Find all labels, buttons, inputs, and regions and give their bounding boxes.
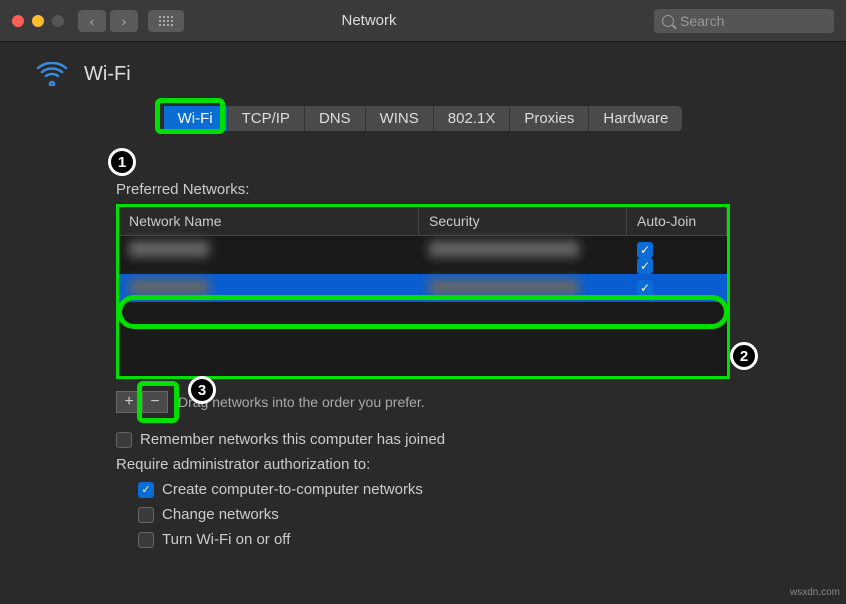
- cell-name: [119, 241, 419, 260]
- autojoin-checkbox[interactable]: ✓: [637, 242, 653, 258]
- search-input[interactable]: Search: [654, 9, 834, 33]
- table-row[interactable]: ✓: [119, 264, 727, 274]
- auth-checkbox[interactable]: [138, 532, 154, 548]
- autojoin-checkbox[interactable]: ✓: [637, 280, 653, 296]
- auth-option-row[interactable]: Change networks: [138, 506, 730, 523]
- tab-wifi[interactable]: Wi-Fi: [164, 106, 228, 131]
- tab-dns[interactable]: DNS: [305, 106, 366, 131]
- search-icon: [662, 15, 674, 27]
- table-body: ✓✓✓: [119, 236, 727, 376]
- tab-8021x[interactable]: 802.1X: [434, 106, 511, 131]
- cell-autojoin: ✓: [627, 264, 727, 274]
- auth-option-label: Create computer-to-computer networks: [162, 481, 423, 498]
- auth-checkbox[interactable]: [138, 507, 154, 523]
- tab-wins[interactable]: WINS: [366, 106, 434, 131]
- minimize-window-button[interactable]: [32, 15, 44, 27]
- cell-autojoin: ✓: [627, 242, 727, 258]
- search-placeholder: Search: [680, 13, 724, 29]
- table-row[interactable]: ✓: [119, 236, 727, 264]
- preferred-networks-label: Preferred Networks:: [116, 181, 730, 198]
- auth-option-label: Change networks: [162, 506, 279, 523]
- titlebar: ‹ › Network Search: [0, 0, 846, 42]
- window-controls: [12, 15, 64, 27]
- auth-option-row[interactable]: Turn Wi-Fi on or off: [138, 531, 730, 548]
- networks-table: Network Name Security Auto-Join ✓✓✓: [116, 204, 730, 379]
- content: Wi-Fi Wi-FiTCP/IPDNSWINS802.1XProxiesHar…: [0, 42, 846, 576]
- preferred-networks-panel: Preferred Networks: Network Name Securit…: [116, 181, 730, 548]
- page-header: Wi-Fi: [36, 62, 816, 86]
- remove-network-button[interactable]: −: [142, 391, 168, 413]
- col-network-name[interactable]: Network Name: [119, 207, 419, 235]
- zoom-window-button[interactable]: [52, 15, 64, 27]
- auth-option-row[interactable]: ✓ Create computer-to-computer networks: [138, 481, 730, 498]
- auth-checkbox[interactable]: ✓: [138, 482, 154, 498]
- table-row[interactable]: ✓: [119, 274, 727, 302]
- close-window-button[interactable]: [12, 15, 24, 27]
- remember-label: Remember networks this computer has join…: [140, 431, 445, 448]
- tab-tcpip[interactable]: TCP/IP: [228, 106, 305, 131]
- remember-row[interactable]: Remember networks this computer has join…: [116, 431, 730, 448]
- annotation-tab-highlight: [155, 98, 225, 134]
- auth-options: ✓ Create computer-to-computer networks Cha…: [138, 481, 730, 548]
- tab-hardware[interactable]: Hardware: [589, 106, 682, 131]
- tab-bar: Wi-FiTCP/IPDNSWINS802.1XProxiesHardware: [30, 106, 816, 131]
- annotation-badge-3: 3: [188, 376, 216, 404]
- annotation-badge-2: 2: [730, 342, 758, 370]
- cell-security: [419, 279, 627, 298]
- remember-checkbox[interactable]: [116, 432, 132, 448]
- wifi-icon: [36, 62, 68, 86]
- col-autojoin[interactable]: Auto-Join: [627, 207, 727, 235]
- drag-hint: Drag networks into the order you prefer.: [178, 394, 425, 410]
- watermark: wsxdn.com: [790, 587, 840, 598]
- cell-name: [119, 279, 419, 298]
- col-security[interactable]: Security: [419, 207, 627, 235]
- annotation-badge-1: 1: [108, 148, 136, 176]
- add-network-button[interactable]: +: [116, 391, 142, 413]
- cell-autojoin: ✓: [627, 280, 727, 296]
- table-header: Network Name Security Auto-Join: [119, 207, 727, 236]
- window-title: Network: [84, 12, 654, 29]
- page-title: Wi-Fi: [84, 63, 131, 86]
- auth-label: Require administrator authorization to:: [116, 456, 730, 473]
- cell-security: [419, 241, 627, 260]
- tab-proxies[interactable]: Proxies: [510, 106, 589, 131]
- autojoin-checkbox[interactable]: ✓: [637, 258, 653, 274]
- auth-option-label: Turn Wi-Fi on or off: [162, 531, 290, 548]
